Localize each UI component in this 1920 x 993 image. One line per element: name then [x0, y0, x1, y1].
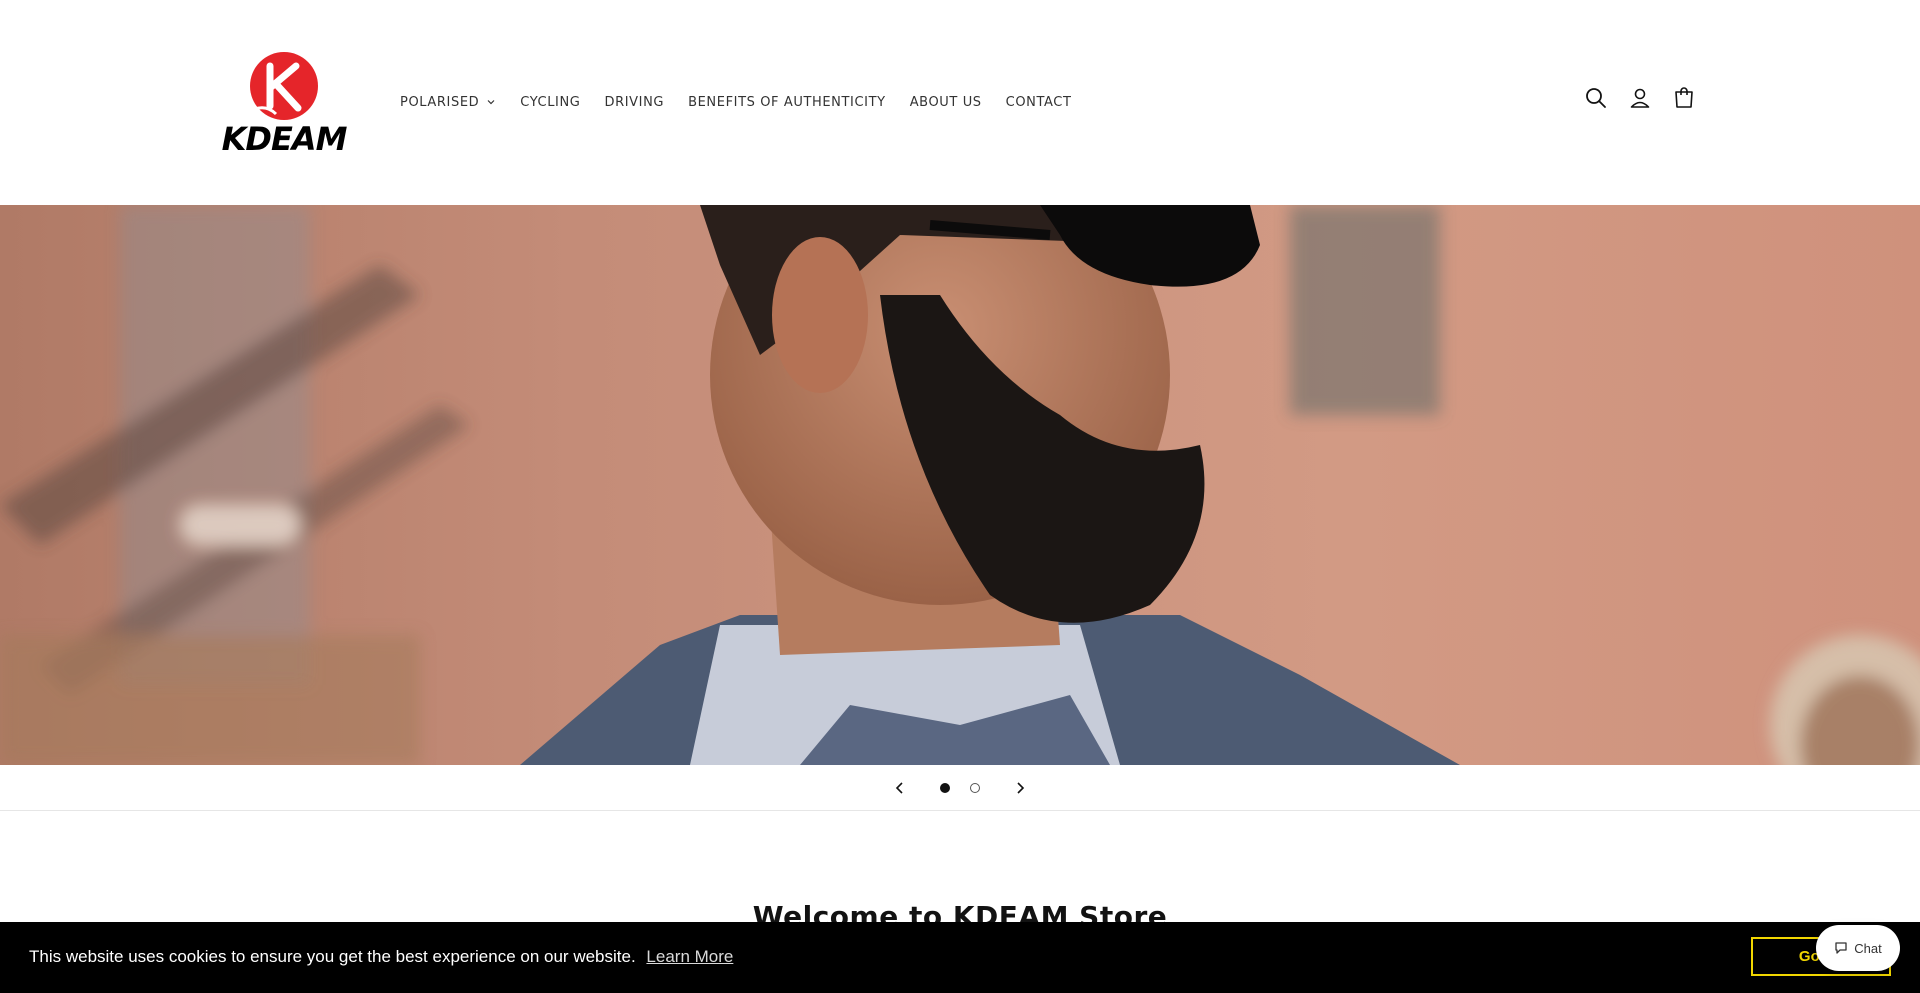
- nav-item-label: BENEFITS OF AUTHENTICITY: [688, 94, 886, 110]
- main-nav: POLARISED CYCLING DRIVING BENEFITS OF AU…: [400, 92, 1096, 112]
- nav-item-driving[interactable]: DRIVING: [604, 95, 664, 110]
- nav-item-contact[interactable]: CONTACT: [1006, 95, 1072, 110]
- chat-label: Chat: [1854, 940, 1882, 956]
- nav-item-label: CYCLING: [520, 94, 581, 110]
- cookie-message-text: This website uses cookies to ensure you …: [29, 947, 636, 966]
- nav-item-polarised[interactable]: POLARISED: [400, 95, 496, 110]
- slide-dot-1[interactable]: [940, 782, 950, 793]
- header-icons: [1584, 86, 1696, 110]
- hero-slide-image: [0, 205, 1920, 765]
- cookie-banner: This website uses cookies to ensure you …: [0, 922, 1920, 993]
- nav-item-cycling[interactable]: CYCLING: [520, 95, 580, 110]
- slide-dot-2[interactable]: [970, 782, 980, 793]
- chevron-down-icon: [487, 100, 495, 105]
- nav-item-about-us[interactable]: ABOUT US: [910, 95, 982, 110]
- svg-text:KDEAM: KDEAM: [222, 120, 348, 154]
- nav-item-label: CONTACT: [1005, 94, 1072, 110]
- chat-button[interactable]: Chat: [1816, 925, 1900, 971]
- previous-slide-icon[interactable]: [890, 778, 910, 798]
- nav-item-label: POLARISED: [400, 94, 480, 110]
- cookie-message: This website uses cookies to ensure you …: [29, 947, 733, 967]
- account-icon[interactable]: [1628, 86, 1652, 110]
- next-slide-icon[interactable]: [1010, 778, 1030, 798]
- search-icon[interactable]: [1584, 86, 1608, 110]
- kdeam-logo[interactable]: KDEAM: [212, 50, 356, 158]
- nav-item-label: ABOUT US: [909, 94, 982, 110]
- cart-icon[interactable]: [1672, 86, 1696, 110]
- site-header: KDEAM POLARISED CYCLING DRIVING BENEFITS…: [0, 0, 1920, 205]
- chat-bubble-icon: [1835, 942, 1847, 954]
- nav-item-benefits[interactable]: BENEFITS OF AUTHENTICITY: [688, 95, 886, 110]
- learn-more-link[interactable]: Learn More: [646, 947, 733, 966]
- nav-item-label: DRIVING: [604, 94, 665, 110]
- slideshow-controls: [0, 765, 1920, 811]
